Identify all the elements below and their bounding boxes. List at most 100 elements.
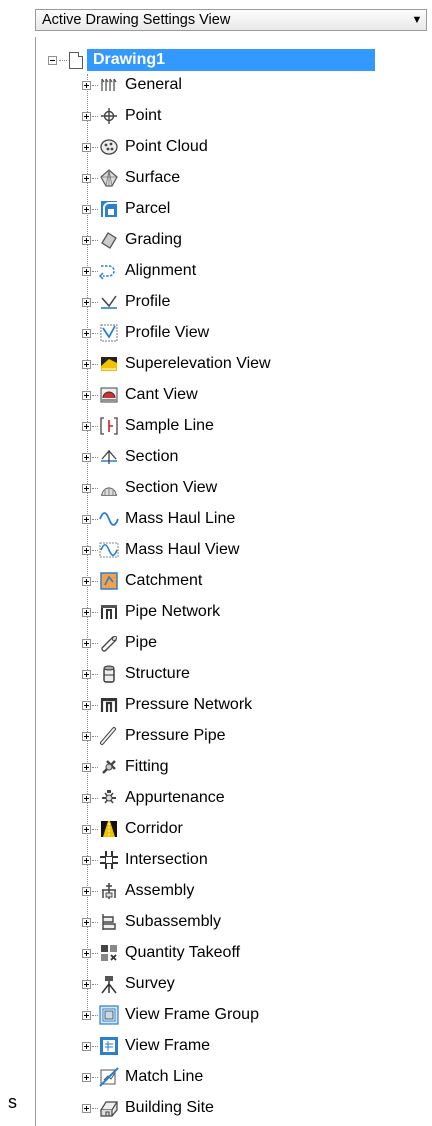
tree-item-view-frame[interactable]: View Frame (82, 1035, 210, 1057)
tree-item-label[interactable]: Surface (125, 169, 180, 187)
tree-item-label[interactable]: Match Line (125, 1068, 203, 1086)
expand-toggle-icon[interactable] (82, 111, 91, 121)
expand-toggle-icon[interactable] (82, 80, 91, 90)
tree-item-point-cloud[interactable]: Point Cloud (82, 136, 208, 158)
tree-item-label[interactable]: Point (125, 107, 161, 125)
expand-toggle-icon[interactable] (82, 483, 91, 493)
expand-toggle-icon[interactable] (82, 731, 91, 741)
tree-item-assembly[interactable]: Assembly (82, 880, 194, 902)
collapse-toggle-icon[interactable] (48, 55, 57, 65)
tree-item-parcel[interactable]: Parcel (82, 198, 170, 220)
tree-item-label[interactable]: View Frame (125, 1037, 210, 1055)
tree-item-label[interactable]: Alignment (125, 262, 196, 280)
view-selector-dropdown[interactable]: Active Drawing Settings View ▼ (35, 9, 427, 31)
tree-item-quantity-takeoff[interactable]: Quantity Takeoff (82, 942, 240, 964)
expand-toggle-icon[interactable] (82, 204, 91, 214)
tree-item-label[interactable]: Fitting (125, 758, 169, 776)
expand-toggle-icon[interactable] (82, 1103, 91, 1113)
tree-item-corridor[interactable]: Corridor (82, 818, 183, 840)
tree-item-label[interactable]: Quantity Takeoff (125, 944, 240, 962)
tree-item-section-view[interactable]: Section View (82, 477, 217, 499)
tree-root-label[interactable]: Drawing1 (87, 49, 375, 71)
tree-item-label[interactable]: Profile View (125, 324, 209, 342)
tree-item-label[interactable]: Catchment (125, 572, 202, 590)
expand-toggle-icon[interactable] (82, 669, 91, 679)
tree-item-survey[interactable]: Survey (82, 973, 175, 995)
expand-toggle-icon[interactable] (82, 1041, 91, 1051)
tree-item-label[interactable]: View Frame Group (125, 1006, 259, 1024)
tree-item-label[interactable]: Cant View (125, 386, 198, 404)
tree-root-drawing[interactable]: Drawing1 (48, 49, 375, 71)
expand-toggle-icon[interactable] (82, 266, 91, 276)
expand-toggle-icon[interactable] (82, 948, 91, 958)
tree-item-point[interactable]: Point (82, 105, 161, 127)
tree-item-label[interactable]: Intersection (125, 851, 208, 869)
tree-item-label[interactable]: Assembly (125, 882, 194, 900)
tree-item-label[interactable]: Survey (125, 975, 175, 993)
tree-item-catchment[interactable]: Catchment (82, 570, 202, 592)
expand-toggle-icon[interactable] (82, 638, 91, 648)
tree-item-label[interactable]: Building Site (125, 1099, 214, 1117)
expand-toggle-icon[interactable] (82, 514, 91, 524)
tree-item-profile-view[interactable]: Profile View (82, 322, 209, 344)
tree-item-building-site[interactable]: Building Site (82, 1097, 214, 1119)
tree-item-general[interactable]: General (82, 74, 182, 96)
tree-item-fitting[interactable]: Fitting (82, 756, 169, 778)
expand-toggle-icon[interactable] (82, 390, 91, 400)
tree-item-mass-haul-line[interactable]: Mass Haul Line (82, 508, 235, 530)
tree-item-superelevation-view[interactable]: Superelevation View (82, 353, 271, 375)
tree-item-grading[interactable]: Grading (82, 229, 182, 251)
tree-item-pressure-pipe[interactable]: Pressure Pipe (82, 725, 226, 747)
expand-toggle-icon[interactable] (82, 1072, 91, 1082)
expand-toggle-icon[interactable] (82, 297, 91, 307)
tree-item-alignment[interactable]: Alignment (82, 260, 196, 282)
tree-item-label[interactable]: Subassembly (125, 913, 221, 931)
expand-toggle-icon[interactable] (82, 452, 91, 462)
tree-item-label[interactable]: Grading (125, 231, 182, 249)
expand-toggle-icon[interactable] (82, 173, 91, 183)
tree-item-label[interactable]: Pressure Pipe (125, 727, 226, 745)
tree-item-label[interactable]: Corridor (125, 820, 183, 838)
tree-item-pressure-network[interactable]: Pressure Network (82, 694, 252, 716)
tree-item-mass-haul-view[interactable]: Mass Haul View (82, 539, 239, 561)
tree-item-label[interactable]: Section (125, 448, 178, 466)
tree-item-label[interactable]: Parcel (125, 200, 170, 218)
expand-toggle-icon[interactable] (82, 855, 91, 865)
expand-toggle-icon[interactable] (82, 421, 91, 431)
tree-item-profile[interactable]: Profile (82, 291, 170, 313)
tree-item-label[interactable]: General (125, 76, 182, 94)
tree-item-sample-line[interactable]: Sample Line (82, 415, 214, 437)
expand-toggle-icon[interactable] (82, 607, 91, 617)
tree-item-label[interactable]: Mass Haul Line (125, 510, 235, 528)
expand-toggle-icon[interactable] (82, 142, 91, 152)
tree-item-section[interactable]: Section (82, 446, 178, 468)
expand-toggle-icon[interactable] (82, 979, 91, 989)
tree-item-appurtenance[interactable]: Appurtenance (82, 787, 225, 809)
expand-toggle-icon[interactable] (82, 1010, 91, 1020)
expand-toggle-icon[interactable] (82, 359, 91, 369)
expand-toggle-icon[interactable] (82, 917, 91, 927)
tree-item-label[interactable]: Pipe (125, 634, 157, 652)
expand-toggle-icon[interactable] (82, 824, 91, 834)
tree-item-pipe-network[interactable]: Pipe Network (82, 601, 220, 623)
dropdown-arrow-icon[interactable]: ▼ (408, 14, 426, 26)
tree-item-label[interactable]: Mass Haul View (125, 541, 239, 559)
expand-toggle-icon[interactable] (82, 762, 91, 772)
tree-item-label[interactable]: Pipe Network (125, 603, 220, 621)
expand-toggle-icon[interactable] (82, 328, 91, 338)
expand-toggle-icon[interactable] (82, 793, 91, 803)
tree-item-label[interactable]: Structure (125, 665, 190, 683)
tree-item-cant-view[interactable]: Cant View (82, 384, 198, 406)
tree-item-match-line[interactable]: Match Line (82, 1066, 203, 1088)
tree-item-label[interactable]: Point Cloud (125, 138, 208, 156)
tree-item-pipe[interactable]: Pipe (82, 632, 157, 654)
tree-item-label[interactable]: Sample Line (125, 417, 214, 435)
tree-item-intersection[interactable]: Intersection (82, 849, 208, 871)
tree-item-label[interactable]: Profile (125, 293, 170, 311)
tree-item-surface[interactable]: Surface (82, 167, 180, 189)
expand-toggle-icon[interactable] (82, 545, 91, 555)
tree-item-label[interactable]: Pressure Network (125, 696, 252, 714)
tree-item-view-frame-group[interactable]: View Frame Group (82, 1004, 259, 1026)
expand-toggle-icon[interactable] (82, 700, 91, 710)
tree-item-label[interactable]: Section View (125, 479, 217, 497)
